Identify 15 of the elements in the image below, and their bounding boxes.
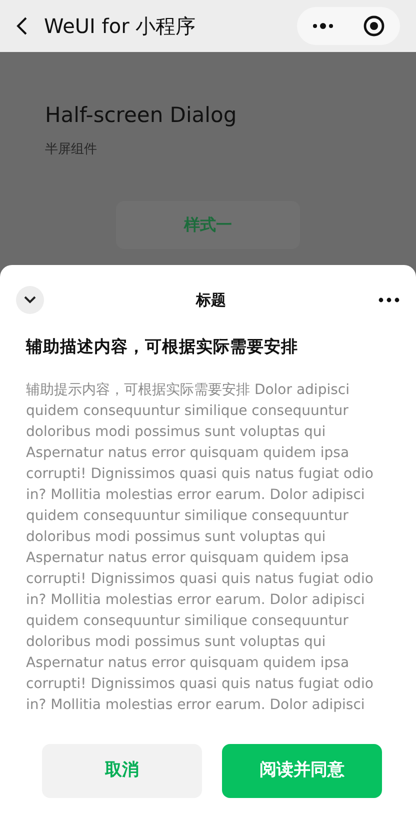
more-icon[interactable] [378,297,400,303]
dialog-heading: 辅助描述内容，可根据实际需要安排 [24,336,299,358]
style-button[interactable]: 样式一 [116,201,300,249]
agree-button[interactable]: 阅读并同意 [222,744,382,798]
more-icon[interactable] [312,22,334,30]
cancel-button[interactable]: 取消 [42,744,202,798]
chevron-down-icon [24,296,36,304]
page-subtitle: 半屏组件 [45,140,98,158]
dialog-body-text: 辅助提示内容，可根据实际需要安排 Dolor adipisci quidem consequuntur similique consequuntur doloribus modi possimus sunt voluptas qui Aspernatur natus error quisquam quidem ipsa corrupti! Dignissimos quasi quis natus fugiat odio in? Mollitia molestias error earum. Dolor adipisci quidem consequuntur similique consequuntur doloribus modi possimus sunt voluptas qui Aspernatur natus error quisquam quidem ipsa corrupti! Dignissimos quasi quis natus fugiat odio in? Mollitia molestias error earum. Dolor adipisci quidem consequuntur similique consequuntur doloribus modi possimus sunt voluptas qui Aspernatur natus error quisquam quidem ipsa corrupti! Dignissimos quasi quis natus fugiat odio in? Mollitia molestias error earum. Dolor adipisci [26,380,374,715]
collapse-button[interactable] [16,286,44,314]
dialog-title: 标题 [196,290,226,311]
target-icon[interactable] [363,15,386,37]
page-title: Half-screen Dialog [45,102,238,129]
back-icon[interactable] [16,16,28,36]
nav-title: WeUI for 小程序 [44,13,197,40]
